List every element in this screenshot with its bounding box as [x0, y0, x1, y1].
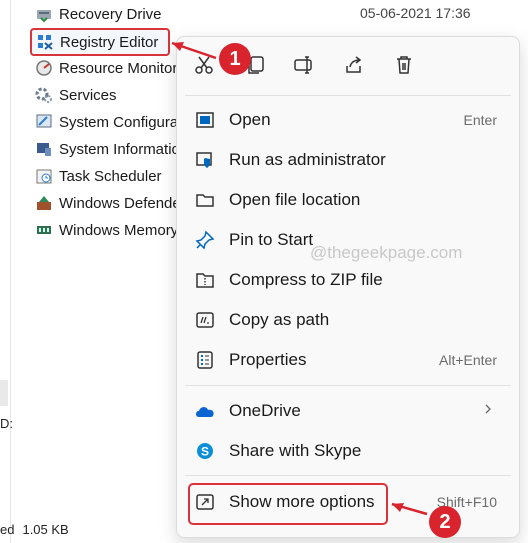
step-1-badge: 1 — [219, 43, 251, 75]
annotation-arrows — [171, 41, 428, 516]
step-2-badge: 2 — [429, 506, 461, 538]
